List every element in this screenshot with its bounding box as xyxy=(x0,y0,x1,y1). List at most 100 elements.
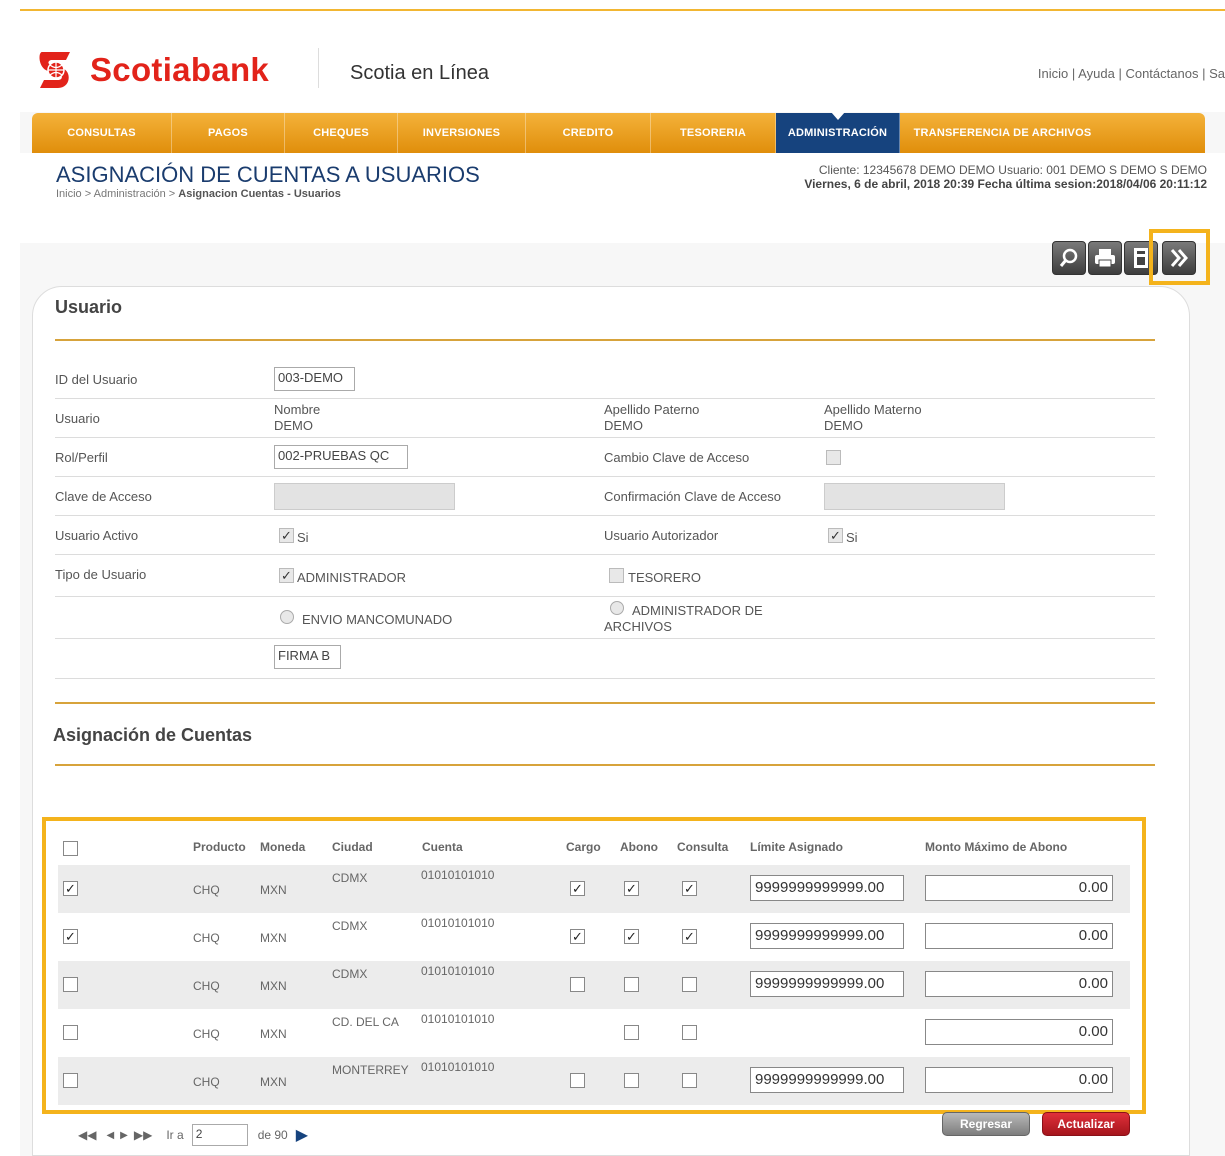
next-page-icon[interactable]: ▶ xyxy=(120,1130,128,1141)
cargo-checkbox[interactable] xyxy=(570,977,585,992)
client-info: Cliente: 12345678 DEMO DEMO Usuario: 001… xyxy=(804,163,1207,191)
row-select-checkbox[interactable] xyxy=(63,1025,78,1040)
search-button[interactable] xyxy=(1052,241,1086,275)
consulta-checkbox[interactable]: ✓ xyxy=(682,881,697,896)
nav-tesoreria[interactable]: TESORERIA xyxy=(651,113,776,153)
row-select-checkbox[interactable] xyxy=(63,1073,78,1088)
row-select-checkbox[interactable] xyxy=(63,977,78,992)
nav-consultas[interactable]: CONSULTAS xyxy=(32,113,172,153)
monto-input[interactable]: 0.00 xyxy=(925,1019,1113,1045)
link-salir[interactable]: Sa xyxy=(1209,66,1225,81)
nav-transferencia-archivos[interactable]: TRANSFERENCIA DE ARCHIVOS xyxy=(900,113,1105,153)
abono-checkbox[interactable] xyxy=(624,977,639,992)
search-icon xyxy=(1059,248,1078,267)
actualizar-button[interactable]: Actualizar xyxy=(1042,1112,1130,1136)
usuario-activo-checkbox[interactable]: ✓ xyxy=(279,528,294,543)
link-ayuda[interactable]: Ayuda xyxy=(1078,66,1115,81)
breadcrumb-path[interactable]: Inicio > Administración > xyxy=(56,188,178,200)
cell-ciudad: CDMX xyxy=(332,871,368,885)
consulta-checkbox[interactable] xyxy=(682,1073,697,1088)
page-number-input[interactable]: 2 xyxy=(191,1124,248,1146)
link-inicio[interactable]: Inicio xyxy=(1038,66,1068,81)
abono-checkbox[interactable]: ✓ xyxy=(624,881,639,896)
limite-input[interactable]: 9999999999999.00 xyxy=(750,923,904,949)
last-page-icon[interactable]: ▶▶ xyxy=(134,1128,152,1142)
print-button[interactable] xyxy=(1088,241,1122,275)
ir-a-label: Ir a xyxy=(166,1128,184,1142)
cell-cuenta: 01010101010 xyxy=(421,964,495,978)
section-rule xyxy=(55,339,1155,341)
header-cuenta: Cuenta xyxy=(422,840,463,854)
cell-moneda: MXN xyxy=(260,931,287,945)
select-all-checkbox[interactable] xyxy=(63,841,78,856)
limite-input[interactable]: 9999999999999.00 xyxy=(750,971,904,997)
row-id-usuario: ID del Usuario 003-DEMO xyxy=(55,360,1155,399)
main-nav: CONSULTAS PAGOS CHEQUES INVERSIONES CRED… xyxy=(32,112,1205,153)
cell-cuenta: 01010101010 xyxy=(421,868,495,882)
limite-input[interactable]: 9999999999999.00 xyxy=(750,1067,904,1093)
monto-input[interactable]: 0.00 xyxy=(925,1067,1113,1093)
go-page-icon[interactable]: ▶ xyxy=(296,1125,308,1145)
tipo-tesorero-checkbox[interactable] xyxy=(609,568,624,583)
monto-input[interactable]: 0.00 xyxy=(925,923,1113,949)
print-icon xyxy=(1095,249,1115,268)
nav-cheques[interactable]: CHEQUES xyxy=(285,113,398,153)
prev-page-icon[interactable]: ◀ xyxy=(106,1130,114,1141)
cambio-clave-label: Cambio Clave de Acceso xyxy=(604,450,750,465)
tipo-tesorero-label: TESORERO xyxy=(628,570,701,585)
table-header: Producto Moneda Ciudad Cuenta Cargo Abon… xyxy=(46,821,1142,861)
abono-checkbox[interactable]: ✓ xyxy=(624,929,639,944)
cargo-checkbox[interactable] xyxy=(570,1073,585,1088)
table-row: CHQ MXN MONTERREY 01010101010 9999999999… xyxy=(58,1057,1130,1105)
administrador-archivos-radio[interactable] xyxy=(610,601,624,615)
table-row: ✓ CHQ MXN CDMX 01010101010 ✓ ✓ ✓ 9999999… xyxy=(58,913,1130,961)
limite-input[interactable]: 9999999999999.00 xyxy=(750,875,904,901)
tipo-administrador-label: ADMINISTRADOR xyxy=(297,570,407,585)
row-clave-acceso: Clave de Acceso Confirmación Clave de Ac… xyxy=(55,477,1155,516)
link-contactanos[interactable]: Contáctanos xyxy=(1125,66,1198,81)
nav-pagos[interactable]: PAGOS xyxy=(172,113,285,153)
table-row: CHQ MXN CDMX 01010101010 9999999999999.0… xyxy=(58,961,1130,1009)
administrador-archivos-label-2: ARCHIVOS xyxy=(604,619,672,634)
row-select-checkbox[interactable]: ✓ xyxy=(63,881,78,896)
clave-acceso-field[interactable] xyxy=(274,483,455,510)
page-title: ASIGNACIÓN DE CUENTAS A USUARIOS xyxy=(56,162,480,187)
cell-moneda: MXN xyxy=(260,883,287,897)
cambio-clave-checkbox[interactable] xyxy=(826,450,841,465)
nav-credito[interactable]: CREDITO xyxy=(526,113,651,153)
scotiabank-logo[interactable]: Scotiabank xyxy=(36,48,269,92)
usuario-autorizador-checkbox[interactable]: ✓ xyxy=(828,528,843,543)
cuentas-table: Producto Moneda Ciudad Cuenta Cargo Abon… xyxy=(42,817,1146,1114)
row-select-checkbox[interactable]: ✓ xyxy=(63,929,78,944)
date-line: Viernes, 6 de abril, 2018 20:39 Fecha úl… xyxy=(804,177,1207,191)
confirmacion-clave-field[interactable] xyxy=(824,483,1005,510)
regresar-button[interactable]: Regresar xyxy=(942,1112,1030,1136)
header-abono: Abono xyxy=(620,840,658,854)
monto-input[interactable]: 0.00 xyxy=(925,971,1113,997)
nav-administracion[interactable]: ADMINISTRACIÓN xyxy=(776,112,900,153)
header-ciudad: Ciudad xyxy=(332,840,373,854)
envio-mancomunado-radio[interactable] xyxy=(280,610,294,624)
nav-inversiones[interactable]: INVERSIONES xyxy=(398,113,526,153)
app-name: Scotia en Línea xyxy=(350,62,489,84)
cell-producto: CHQ xyxy=(193,979,220,993)
header-cargo: Cargo xyxy=(566,840,601,854)
top-links: Inicio | Ayuda | Contáctanos | Sa xyxy=(1038,66,1225,81)
link-separator: | xyxy=(1202,66,1206,81)
rol-perfil-field[interactable]: 002-PRUEBAS QC xyxy=(274,445,408,469)
usuario-label: Usuario xyxy=(55,411,100,426)
consulta-checkbox[interactable]: ✓ xyxy=(682,929,697,944)
abono-checkbox[interactable] xyxy=(624,1073,639,1088)
monto-input[interactable]: 0.00 xyxy=(925,875,1113,901)
abono-checkbox[interactable] xyxy=(624,1025,639,1040)
id-usuario-field[interactable]: 003-DEMO xyxy=(274,367,355,391)
consulta-checkbox[interactable] xyxy=(682,977,697,992)
tipo-administrador-checkbox[interactable]: ✓ xyxy=(279,568,294,583)
firma-field[interactable]: FIRMA B xyxy=(274,645,341,669)
cell-cuenta: 01010101010 xyxy=(421,1060,495,1074)
cargo-checkbox[interactable]: ✓ xyxy=(570,881,585,896)
consulta-checkbox[interactable] xyxy=(682,1025,697,1040)
row-usuario: Usuario Nombre DEMO Apellido Paterno DEM… xyxy=(55,399,1155,438)
first-page-icon[interactable]: ◀◀ xyxy=(78,1128,96,1142)
cargo-checkbox[interactable]: ✓ xyxy=(570,929,585,944)
